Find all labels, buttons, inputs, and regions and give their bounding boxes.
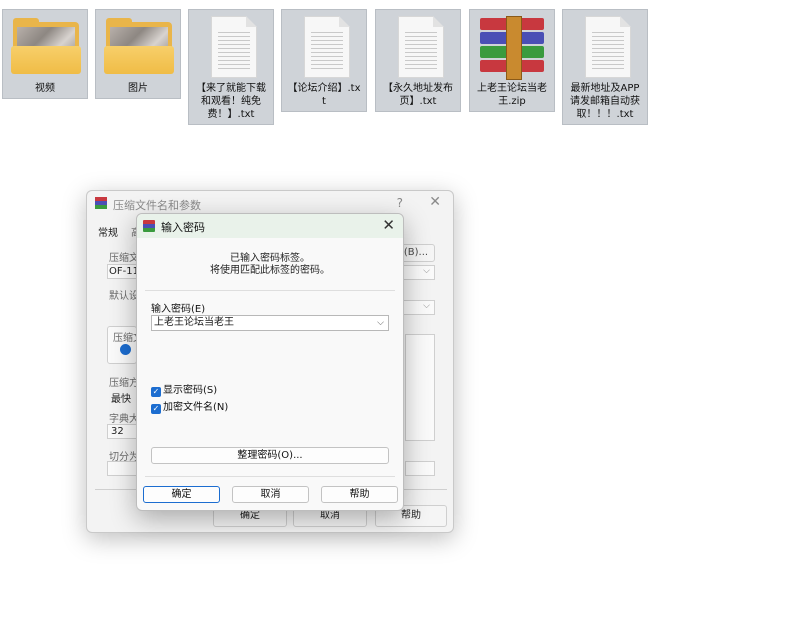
dialog-titlebar: 输入密码 ✕: [137, 214, 403, 238]
split-volumes-unit[interactable]: [405, 461, 435, 476]
file-label: 【永久地址发布页】.txt: [383, 83, 453, 107]
help-icon[interactable]: ?: [397, 196, 403, 210]
archive-name-label: 压缩文: [109, 253, 139, 264]
text-file-icon: [585, 16, 631, 78]
encrypt-filenames-label: 加密文件名(N): [163, 402, 229, 413]
compression-method-value: 最快: [111, 394, 131, 405]
winrar-app-icon: [143, 220, 155, 232]
folder-video[interactable]: 视频: [2, 9, 88, 99]
file-zip-archive[interactable]: 上老王论坛当老王.zip: [469, 9, 555, 112]
encrypt-filenames-checkbox[interactable]: ✓ 加密文件名(N): [151, 398, 228, 414]
file-label: 最新地址及APP请发邮箱自动获取！！！.txt: [570, 83, 640, 120]
format-radio[interactable]: [120, 344, 131, 355]
cancel-button[interactable]: 取消: [232, 486, 309, 503]
organize-passwords-button[interactable]: 整理密码(O)...: [151, 447, 389, 464]
split-volumes-input[interactable]: [107, 461, 137, 476]
options-group: [405, 334, 435, 441]
file-label: 视频: [35, 83, 55, 94]
winrar-app-icon: [95, 197, 107, 209]
dialog-title: 输入密码: [161, 221, 205, 234]
compression-method-label: 压缩方: [109, 378, 139, 389]
file-label: 上老王论坛当老王.zip: [477, 83, 547, 107]
info-line-2: 将使用匹配此标签的密码。: [210, 265, 330, 276]
chevron-down-icon: ⌵: [423, 266, 430, 276]
divider: [145, 476, 395, 477]
file-label: 图片: [128, 83, 148, 94]
close-icon[interactable]: ✕: [429, 194, 441, 210]
close-icon[interactable]: ✕: [382, 216, 395, 234]
help-button[interactable]: 帮助: [321, 486, 398, 503]
chevron-down-icon: ⌵: [423, 301, 430, 311]
file-txt-forum-intro[interactable]: 【论坛介绍】.txt: [281, 9, 367, 112]
folder-pictures[interactable]: 图片: [95, 9, 181, 99]
password-value: 上老王论坛当老王: [154, 317, 234, 328]
text-file-icon: [211, 16, 257, 78]
dictionary-size-value: 32: [111, 426, 124, 437]
tab-general[interactable]: 常规: [98, 224, 118, 239]
show-password-label: 显示密码(S): [163, 385, 218, 396]
show-password-checkbox[interactable]: ✓ 显示密码(S): [151, 381, 217, 397]
text-file-icon: [304, 16, 350, 78]
file-txt-permanent-address[interactable]: 【永久地址发布页】.txt: [375, 9, 461, 112]
password-label: 输入密码(E): [151, 304, 206, 315]
checkmark-icon: ✓: [151, 404, 161, 414]
dialog-title: 压缩文件名和参数: [113, 199, 201, 212]
chevron-down-icon[interactable]: ⌵: [377, 316, 384, 330]
text-file-icon: [398, 16, 444, 78]
file-txt-free[interactable]: 【来了就能下载和观看！纯免费！】.txt: [188, 9, 274, 125]
enter-password-dialog: 输入密码 ✕ 已输入密码标签。 将使用匹配此标签的密码。 输入密码(E) 上老王…: [136, 213, 404, 511]
dictionary-size-label: 字典大: [109, 414, 139, 425]
checkmark-icon: ✓: [151, 387, 161, 397]
file-label: 【论坛介绍】.txt: [287, 83, 361, 107]
file-txt-latest-address[interactable]: 最新地址及APP请发邮箱自动获取！！！.txt: [562, 9, 648, 125]
file-label: 【来了就能下载和观看！纯免费！】.txt: [196, 83, 266, 120]
divider: [145, 290, 395, 291]
ok-button[interactable]: 确定: [143, 486, 220, 503]
password-input[interactable]: 上老王论坛当老王 ⌵: [151, 315, 389, 331]
default-profile-label: 默认设: [109, 291, 139, 302]
